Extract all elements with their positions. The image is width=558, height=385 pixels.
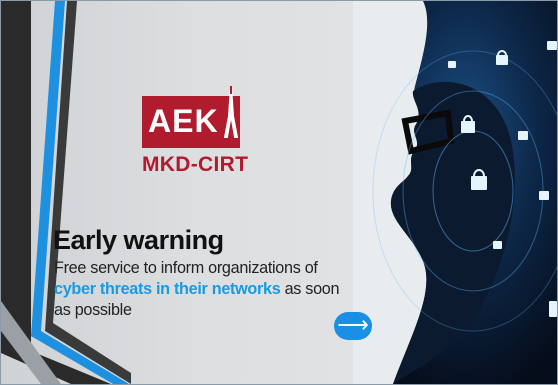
- desc-highlight: cyber threats in their networks: [54, 280, 281, 298]
- next-slide-button[interactable]: ⟶: [334, 312, 372, 340]
- brand-name: MKD-CIRT: [142, 153, 249, 176]
- arrow-right-icon: ⟶: [337, 312, 369, 337]
- desc-text: Free service to inform organizations of: [54, 259, 318, 277]
- decorative-stripes: [1, 1, 131, 384]
- slide-banner: AEK MKD-CIRT Early warning Free service …: [0, 0, 558, 385]
- cyber-security-hero-image: [353, 1, 557, 384]
- aek-logo: AEK: [142, 86, 240, 148]
- slide-title: Early warning: [53, 225, 224, 255]
- slide-description: Free service to inform organizations of …: [54, 258, 354, 321]
- tower-icon: [223, 86, 239, 138]
